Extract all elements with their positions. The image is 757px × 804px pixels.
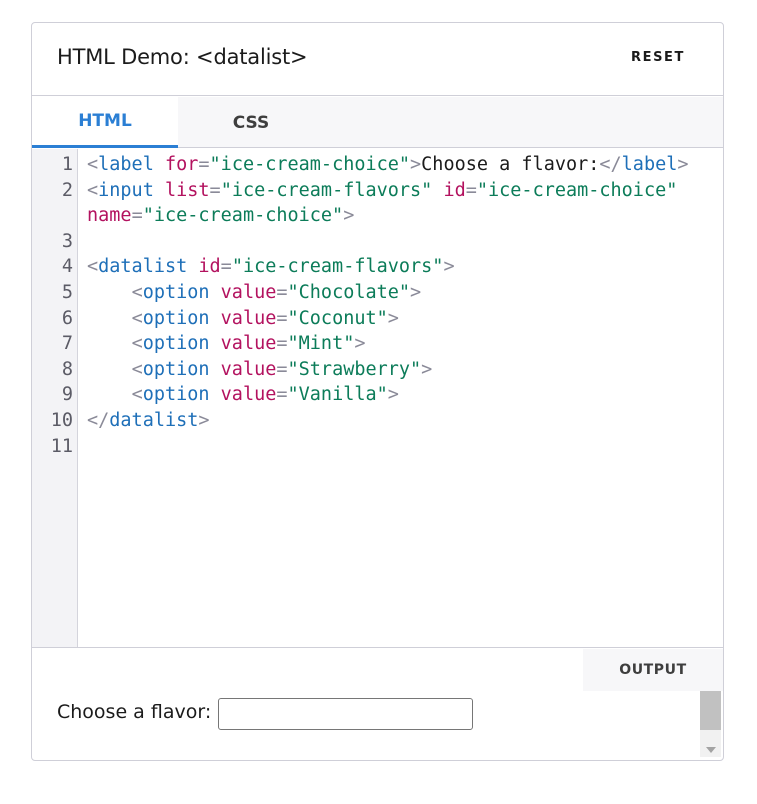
demo-header: HTML Demo: <datalist> RESET bbox=[32, 23, 723, 96]
tab-bar: HTML CSS bbox=[32, 97, 723, 148]
code-line[interactable]: <option value="Vanilla"> bbox=[87, 384, 399, 405]
code-line[interactable]: <option value="Strawberry"> bbox=[87, 359, 433, 380]
line-number: 1 bbox=[61, 154, 73, 175]
demo-title: HTML Demo: <datalist> bbox=[57, 45, 308, 69]
line-number: 11 bbox=[50, 435, 73, 457]
output-tab[interactable]: OUTPUT bbox=[583, 649, 723, 691]
code-line[interactable]: <input list="ice-cream-flavors" id="ice-… bbox=[87, 180, 677, 201]
code-line[interactable]: <datalist id="ice-cream-flavors"> bbox=[87, 256, 455, 277]
line-number-gutter: 1 2 3 4 5 6 7 8 9 10 11 bbox=[32, 149, 78, 647]
line-number: 2 bbox=[61, 179, 73, 201]
tab-css[interactable]: CSS bbox=[178, 97, 324, 148]
line-number: 5 bbox=[61, 282, 73, 303]
line-number: 3 bbox=[61, 230, 73, 252]
scrollbar-thumb[interactable] bbox=[700, 691, 721, 730]
code-editor[interactable]: 1 2 3 4 5 6 7 8 9 10 11 <label for="ice-cream-choi… bbox=[32, 149, 723, 648]
code-line[interactable]: <option value="Coconut"> bbox=[87, 308, 399, 329]
code-line[interactable]: name="ice-cream-choice"> bbox=[87, 205, 354, 226]
code-line[interactable]: <option value="Mint"> bbox=[87, 333, 366, 354]
line-number: 10 bbox=[50, 410, 73, 431]
line-number: 4 bbox=[61, 256, 73, 278]
line-number: 9 bbox=[61, 384, 73, 406]
line-number: 7 bbox=[61, 333, 73, 355]
code-line[interactable]: <option value="Chocolate"> bbox=[87, 282, 422, 303]
output-panel: OUTPUT Choose a flavor: bbox=[32, 649, 723, 760]
line-number: 8 bbox=[61, 358, 73, 380]
line-number: 6 bbox=[61, 307, 73, 329]
scroll-down-arrow-icon[interactable] bbox=[706, 747, 716, 753]
flavor-label: Choose a flavor: bbox=[57, 701, 212, 723]
output-scrollbar[interactable] bbox=[700, 691, 721, 757]
code-line[interactable]: </datalist> bbox=[87, 410, 210, 431]
flavor-input[interactable] bbox=[218, 698, 473, 730]
code-line[interactable]: <label for="ice-cream-choice">Choose a f… bbox=[87, 154, 689, 175]
demo-frame: HTML Demo: <datalist> RESET HTML CSS 1 2 3… bbox=[31, 22, 724, 761]
tab-html[interactable]: HTML bbox=[32, 97, 178, 148]
reset-button[interactable]: RESET bbox=[631, 50, 685, 65]
